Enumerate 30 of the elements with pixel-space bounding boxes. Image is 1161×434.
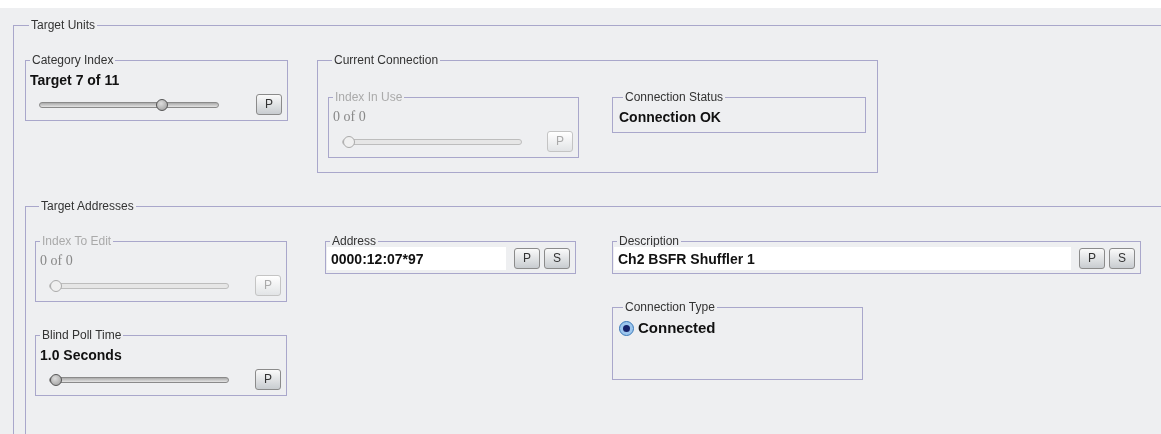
radio-label: Connected <box>638 318 716 338</box>
group-title: Blind Poll Time <box>41 329 123 341</box>
action-button[interactable]: P <box>1079 248 1105 269</box>
value-text: 0 of 0 <box>40 252 74 270</box>
action-button[interactable]: S <box>544 248 570 269</box>
group-title: Index To Edit <box>41 235 113 247</box>
group-title: Target Units <box>30 19 97 31</box>
group-title: Connection Type <box>624 301 716 313</box>
input-field[interactable]: 0000:12:07*97 <box>327 247 506 270</box>
slider-thumb[interactable] <box>155 98 168 111</box>
group-title: Category Index <box>31 54 115 66</box>
value-text: 1.0 Seconds <box>40 346 123 365</box>
radio-button[interactable] <box>619 320 634 336</box>
status-text: Connection OK <box>619 108 722 127</box>
slider-thumb[interactable] <box>50 373 62 386</box>
group-title: Description <box>618 235 681 247</box>
slider-track[interactable] <box>39 101 219 108</box>
group-title: Current Connection <box>333 54 440 66</box>
input-field[interactable]: Ch2 BSFR Shuffler 1 <box>614 247 1071 270</box>
action-button[interactable]: S <box>1109 248 1135 269</box>
group-title: Index In Use <box>334 91 404 103</box>
action-button[interactable]: P <box>256 94 282 115</box>
group-title: Address <box>331 235 378 247</box>
action-button[interactable]: P <box>255 369 281 390</box>
value-text: 0 of 0 <box>333 108 367 126</box>
action-button[interactable]: P <box>514 248 540 269</box>
group-title: Connection Status <box>624 91 725 103</box>
group-title: Target Addresses <box>40 200 135 212</box>
slider-track[interactable] <box>49 376 229 383</box>
value-text: Target 7 of 11 <box>30 71 121 90</box>
